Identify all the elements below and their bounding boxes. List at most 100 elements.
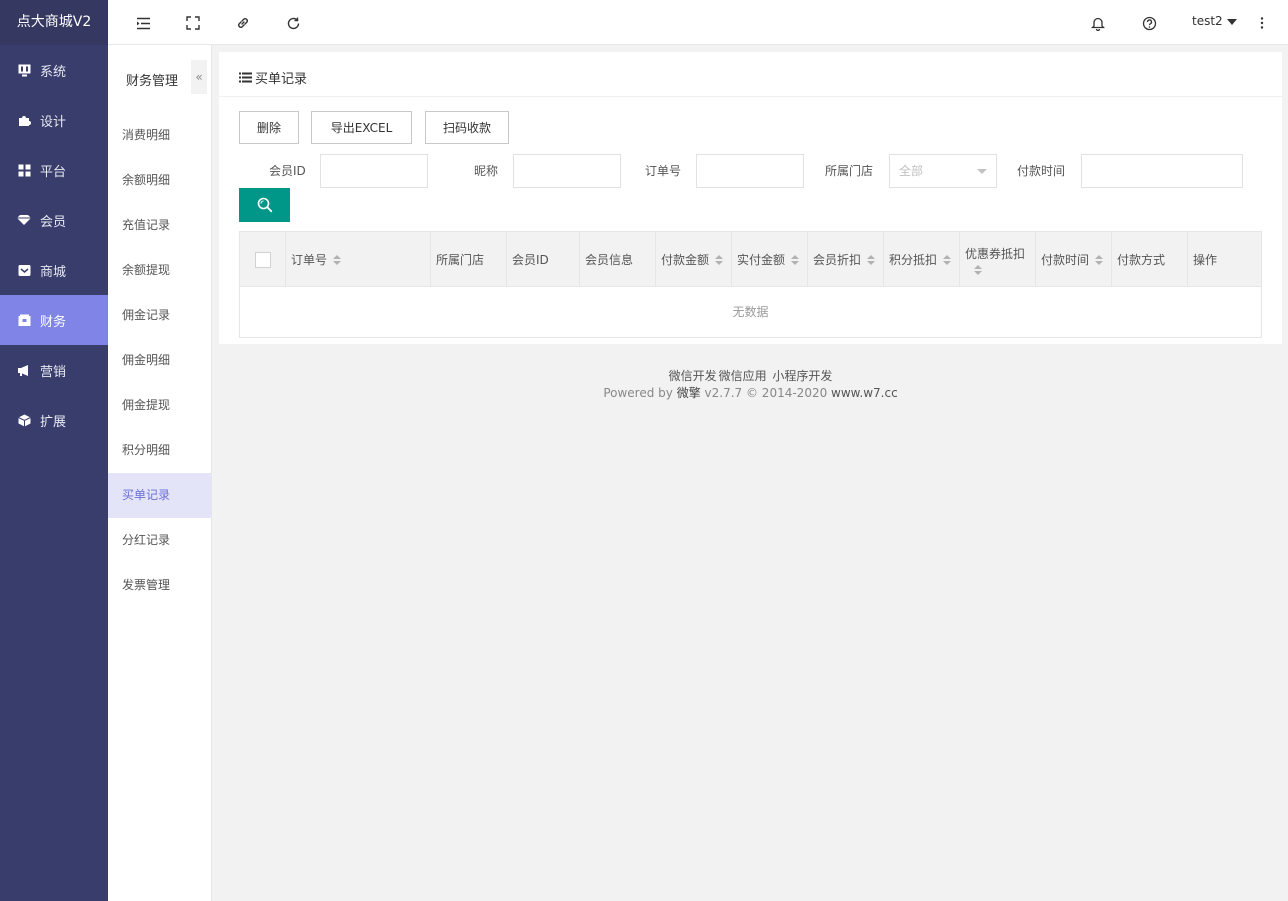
column-label: 操作 xyxy=(1193,253,1218,267)
grid-icon xyxy=(17,163,31,177)
sidebar-item-label: 设计 xyxy=(40,114,67,130)
inbox-icon xyxy=(17,263,31,277)
footer-link-wechat-app[interactable]: 微信应用 xyxy=(719,369,767,383)
pay-time-input[interactable] xyxy=(1081,154,1243,188)
order-no-input[interactable] xyxy=(696,154,804,188)
select-all-checkbox[interactable] xyxy=(254,251,271,268)
column-actual-amount[interactable]: 实付金额 xyxy=(732,232,808,287)
diamond-icon xyxy=(17,213,31,227)
sidebar-item-label: 扩展 xyxy=(40,414,67,430)
footer-links: 微信开发 微信应用 小程序开发 xyxy=(219,368,1282,385)
column-label: 所属门店 xyxy=(436,253,485,267)
refresh-icon[interactable] xyxy=(284,14,302,32)
sidebar-item-finance[interactable]: 财务 xyxy=(0,295,108,345)
sort-icon[interactable] xyxy=(943,254,952,265)
footer-powered: Powered by 微擎 v2.7.7 © 2014-2020 www.w7.… xyxy=(219,385,1282,402)
column-pay-method: 付款方式 xyxy=(1112,232,1188,287)
page-title: 买单记录 xyxy=(255,72,308,87)
column-points-deduct[interactable]: 积分抵扣 xyxy=(884,232,960,287)
help-icon[interactable] xyxy=(1140,14,1158,32)
footer-version: v2.7.7 © 2014-2020 xyxy=(704,386,828,400)
column-label: 优惠券抵扣 xyxy=(965,246,1026,261)
sidebar-item-marketing[interactable]: 营销 xyxy=(0,345,108,395)
sidebar-item-system[interactable]: 系统 xyxy=(0,45,108,95)
subnav-item-commission-record[interactable]: 佣金记录 xyxy=(108,293,211,338)
subnav-item-recharge[interactable]: 充值记录 xyxy=(108,203,211,248)
pay-time-label: 付款时间 xyxy=(1017,164,1066,178)
app-logo[interactable]: 点大商城V2 xyxy=(0,0,108,45)
sub-sidebar-title: 财务管理 xyxy=(126,74,179,89)
export-excel-button[interactable]: 导出EXCEL xyxy=(311,111,412,144)
puzzle-icon xyxy=(17,113,31,127)
sidebar-item-member[interactable]: 会员 xyxy=(0,195,108,245)
column-label: 会员信息 xyxy=(585,253,634,267)
footer-link-miniprogram[interactable]: 小程序开发 xyxy=(772,369,832,383)
column-member-discount[interactable]: 会员折扣 xyxy=(808,232,884,287)
subnav-item-dividend[interactable]: 分红记录 xyxy=(108,518,211,563)
user-menu[interactable]: test2 xyxy=(1192,14,1237,28)
card-title: 买单记录 xyxy=(239,68,307,87)
column-coupon-deduct[interactable]: 优惠券抵扣 xyxy=(960,232,1036,287)
subnav-item-invoice[interactable]: 发票管理 xyxy=(108,563,211,608)
data-table: 订单号 所属门店 会员ID 会员信息 付款金额 实付金额 会员折扣 积分抵扣 优… xyxy=(239,231,1262,338)
top-header: test2 xyxy=(108,0,1288,45)
search-button[interactable] xyxy=(239,188,290,222)
store-label: 所属门店 xyxy=(825,164,874,178)
sidebar-item-label: 商城 xyxy=(40,264,67,280)
monitor-icon xyxy=(17,63,31,77)
subnav-item-balance[interactable]: 余额明细 xyxy=(108,158,211,203)
subnav-item-consume[interactable]: 消费明细 xyxy=(108,113,211,158)
sort-icon[interactable] xyxy=(791,254,800,265)
nickname-input[interactable] xyxy=(513,154,621,188)
column-label: 积分抵扣 xyxy=(889,253,938,267)
table-header: 订单号 所属门店 会员ID 会员信息 付款金额 实付金额 会员折扣 积分抵扣 优… xyxy=(240,232,1261,287)
main-sidebar: 点大商城V2 系统 设计 平台 会员 商城 财务 营销 扩展 xyxy=(0,0,108,901)
sidebar-item-mall[interactable]: 商城 xyxy=(0,245,108,295)
more-vertical-icon[interactable] xyxy=(1253,14,1271,32)
subnav-item-pay-record[interactable]: 买单记录 xyxy=(108,473,211,518)
column-pay-amount[interactable]: 付款金额 xyxy=(656,232,732,287)
subnav-item-commission-detail[interactable]: 佣金明细 xyxy=(108,338,211,383)
column-label: 付款时间 xyxy=(1041,253,1090,267)
collapse-icon[interactable]: « xyxy=(191,60,207,94)
sort-icon[interactable] xyxy=(333,254,342,265)
column-label: 实付金额 xyxy=(737,253,786,267)
member-id-label: 会员ID xyxy=(269,164,306,178)
main-card: 买单记录 删除 导出EXCEL 扫码收款 会员ID 昵称 订单号 所属门店 全部… xyxy=(219,52,1282,344)
sidebar-item-label: 会员 xyxy=(40,214,67,230)
subnav-item-balance-withdraw[interactable]: 余额提现 xyxy=(108,248,211,293)
footer-site-link[interactable]: www.w7.cc xyxy=(831,386,898,400)
sort-icon[interactable] xyxy=(715,254,724,265)
store-select[interactable]: 全部 xyxy=(889,154,997,188)
member-id-input[interactable] xyxy=(320,154,428,188)
chevron-down-icon xyxy=(1226,18,1237,25)
powered-prefix: Powered by xyxy=(603,386,673,400)
megaphone-icon xyxy=(17,363,31,377)
sub-sidebar: 财务管理 « 消费明细 余额明细 充值记录 余额提现 佣金记录 佣金明细 佣金提… xyxy=(108,45,212,901)
bell-icon[interactable] xyxy=(1089,14,1107,32)
card-divider xyxy=(219,96,1282,97)
link-icon[interactable] xyxy=(234,14,252,32)
column-pay-time[interactable]: 付款时间 xyxy=(1036,232,1112,287)
nickname-label: 昵称 xyxy=(474,164,499,178)
menu-toggle-icon[interactable] xyxy=(134,14,152,32)
fullscreen-icon[interactable] xyxy=(184,14,202,32)
column-order-no[interactable]: 订单号 xyxy=(286,232,431,287)
sidebar-item-extend[interactable]: 扩展 xyxy=(0,395,108,445)
column-store: 所属门店 xyxy=(431,232,507,287)
sort-icon[interactable] xyxy=(974,264,982,275)
sidebar-item-label: 财务 xyxy=(40,314,67,330)
sidebar-item-design[interactable]: 设计 xyxy=(0,95,108,145)
subnav-item-points[interactable]: 积分明细 xyxy=(108,428,211,473)
footer-link-wechat-dev[interactable]: 微信开发 xyxy=(669,369,717,383)
subnav-item-commission-withdraw[interactable]: 佣金提现 xyxy=(108,383,211,428)
chevron-down-icon xyxy=(977,169,987,174)
delete-button[interactable]: 删除 xyxy=(239,111,299,144)
scan-pay-button[interactable]: 扫码收款 xyxy=(425,111,509,144)
sort-icon[interactable] xyxy=(867,254,876,265)
sort-icon[interactable] xyxy=(1095,254,1104,265)
order-no-label: 订单号 xyxy=(645,164,682,178)
sidebar-item-platform[interactable]: 平台 xyxy=(0,145,108,195)
column-label: 付款方式 xyxy=(1117,253,1166,267)
footer-brand-link[interactable]: 微擎 xyxy=(677,386,701,400)
